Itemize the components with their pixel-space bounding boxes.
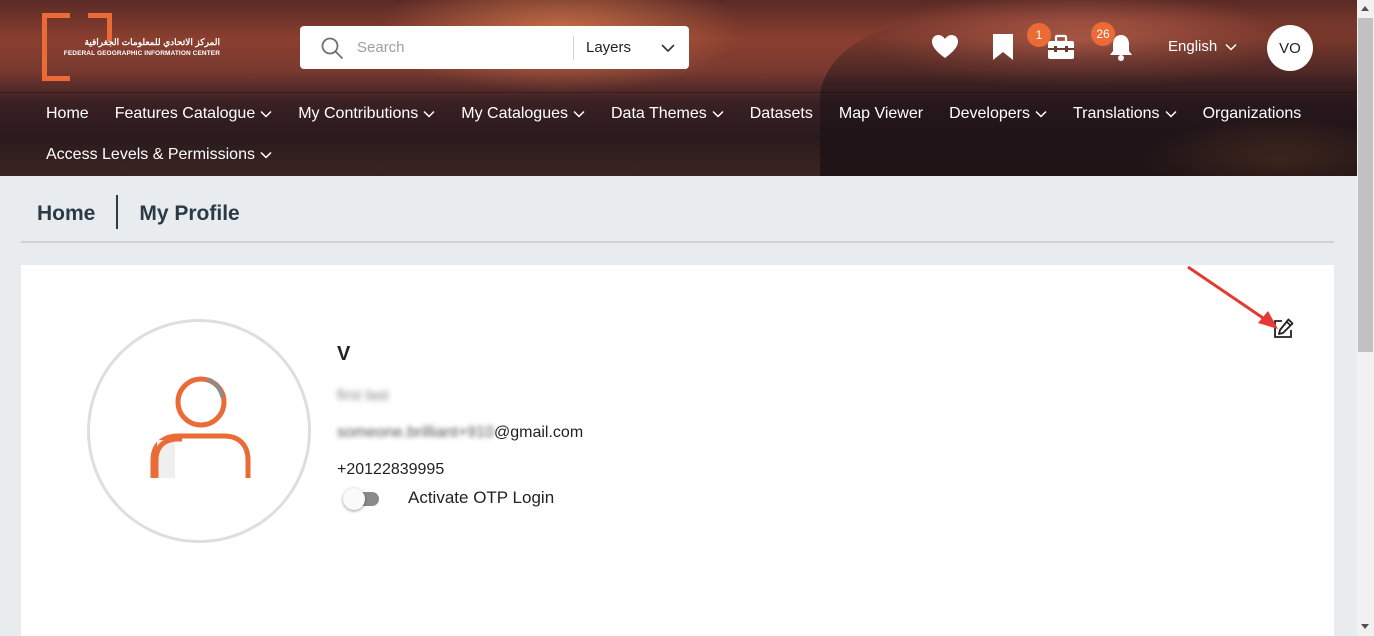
nav-item-map-viewer[interactable]: Map Viewer — [839, 105, 923, 123]
chevron-down-icon — [260, 110, 272, 118]
nav-item-label: Translations — [1073, 105, 1160, 122]
nav-item-translations[interactable]: Translations — [1073, 105, 1177, 123]
nav-row: Access Levels & Permissions — [46, 144, 1346, 166]
otp-setting: Activate OTP Login — [343, 488, 583, 510]
chevron-down-icon — [1165, 110, 1177, 118]
nav-item-label: Datasets — [749, 105, 813, 122]
chevron-down-icon — [260, 151, 272, 159]
nav-item-label: Map Viewer — [838, 105, 924, 122]
chevron-down-icon — [712, 110, 724, 118]
nav-row: Home Features Catalogue My Contributions My… — [46, 103, 1346, 125]
profile-picture — [87, 319, 311, 543]
nav-item-label: Features Catalogue — [114, 105, 256, 122]
scroll-up-arrow[interactable] — [1361, 6, 1369, 11]
search-scope-select[interactable]: Layers — [586, 39, 675, 56]
nav-item-developers[interactable]: Developers — [949, 105, 1047, 123]
heart-icon[interactable] — [930, 32, 960, 62]
header: المركز الاتحادي للمعلومات الجغرافية FEDE… — [0, 0, 1357, 176]
search-bar: Layers — [300, 26, 689, 69]
nav-item-datasets[interactable]: Datasets — [750, 105, 813, 123]
language-label: English — [1168, 38, 1218, 55]
nav-item-home[interactable]: Home — [46, 105, 89, 123]
search-input[interactable] — [357, 39, 565, 56]
annotation-arrow — [1187, 265, 1278, 329]
page-scrollbar[interactable] — [1357, 0, 1374, 636]
nav-item-organizations[interactable]: Organizations — [1203, 105, 1302, 123]
nav-item-data-themes[interactable]: Data Themes — [611, 105, 724, 123]
nav-item-label: Data Themes — [610, 105, 707, 122]
breadcrumb-current: My Profile — [139, 202, 240, 225]
profile-email: someone.brilliant+910@gmail.com — [337, 424, 583, 442]
profile-info: V first last someone.brilliant+910@gmail… — [337, 343, 583, 510]
profile-name: V — [337, 343, 351, 365]
chevron-down-icon — [661, 43, 675, 52]
scrollbar-thumb[interactable] — [1358, 18, 1373, 352]
email-local-part: someone.brilliant+910 — [337, 424, 494, 441]
chevron-down-icon — [423, 110, 435, 118]
chevron-down-icon — [1225, 43, 1237, 51]
nav-item-label: Organizations — [1202, 105, 1302, 122]
search-icon[interactable] — [320, 36, 344, 60]
chevron-down-icon — [1035, 110, 1047, 118]
scroll-down-arrow[interactable] — [1361, 624, 1369, 629]
nav-item-label: Developers — [949, 105, 1030, 122]
toggle-knob — [343, 488, 365, 510]
search-scope-label: Layers — [586, 39, 632, 56]
header-divider — [0, 92, 1357, 93]
nav-item-features-catalogue[interactable]: Features Catalogue — [115, 105, 273, 123]
user-placeholder-icon — [150, 376, 251, 478]
nav-item-my-catalogues[interactable]: My Catalogues — [461, 105, 585, 123]
breadcrumb: Home My Profile — [21, 195, 1334, 243]
chevron-down-icon — [573, 110, 585, 118]
breadcrumb-home[interactable]: Home — [37, 195, 119, 229]
fgic-logo[interactable]: المركز الاتحادي للمعلومات الجغرافية FEDE… — [42, 13, 222, 83]
user-avatar[interactable]: VO — [1267, 25, 1313, 71]
search-divider — [573, 35, 574, 60]
profile-full-name: first last — [337, 387, 389, 404]
otp-label: Activate OTP Login — [408, 488, 555, 507]
nav-item-label: Home — [46, 105, 89, 122]
email-domain: @gmail.com — [494, 424, 584, 441]
profile-card: V first last someone.brilliant+910@gmail… — [21, 265, 1334, 636]
logo-english-text: FEDERAL GEOGRAPHIC INFORMATION CENTER — [63, 50, 220, 57]
main-nav: Home Features Catalogue My Contributions My… — [46, 103, 1346, 176]
language-selector[interactable]: English — [1168, 38, 1237, 55]
profile-phone: +20122839995 — [337, 461, 445, 478]
nav-item-my-contributions[interactable]: My Contributions — [298, 105, 435, 123]
toolbox-badge: 1 — [1027, 23, 1051, 47]
nav-item-label: My Catalogues — [461, 105, 568, 122]
nav-item-access-levels-permissions[interactable]: Access Levels & Permissions — [46, 146, 272, 164]
nav-item-label: My Contributions — [298, 105, 419, 122]
nav-item-label: Access Levels & Permissions — [46, 146, 255, 163]
bookmark-icon[interactable] — [988, 32, 1018, 62]
logo-arabic-text: المركز الاتحادي للمعلومات الجغرافية — [84, 37, 220, 47]
otp-toggle[interactable] — [343, 488, 383, 510]
notifications-badge: 26 — [1091, 22, 1115, 46]
